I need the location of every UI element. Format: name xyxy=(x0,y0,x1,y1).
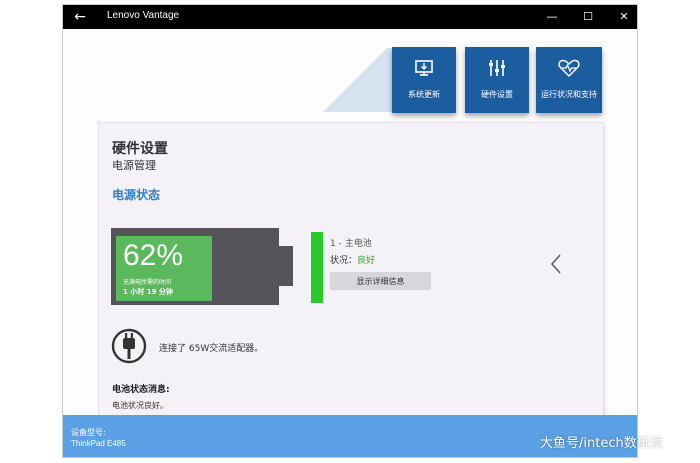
hardware-settings-label: 硬件设置 xyxy=(481,90,513,99)
app-window: ← Lenovo Vantage — ☐ ✕ 系统更新 硬件设置 运行状况和支持… xyxy=(62,4,638,458)
system-update-tile[interactable]: 系统更新 xyxy=(392,47,456,113)
heart-pulse-icon xyxy=(536,57,602,81)
minimize-button[interactable]: — xyxy=(537,5,567,29)
battery-message-text: 电池状况良好。 xyxy=(112,401,168,410)
chevron-left-icon[interactable] xyxy=(550,253,562,280)
adapter-status-text: 连接了 65W交流适配器。 xyxy=(159,344,264,354)
page-title: 硬件设置 xyxy=(112,141,168,157)
system-update-icon xyxy=(392,57,456,81)
hardware-settings-tile[interactable]: 硬件设置 xyxy=(465,47,529,113)
battery-messages-heading: 电池状态消息: xyxy=(112,385,170,395)
battery-status-indicator xyxy=(311,232,323,303)
system-update-label: 系统更新 xyxy=(408,90,440,99)
title-bar: ← Lenovo Vantage — ☐ ✕ xyxy=(63,5,637,29)
back-arrow-icon[interactable]: ← xyxy=(72,7,88,27)
power-management-panel: 硬件设置 电源管理 电源状态 62% 充满电所需的时间 1 小时 19 分钟 1… xyxy=(99,123,603,416)
device-model-label: 设备型号: xyxy=(71,428,106,437)
show-details-button[interactable]: 显示详细信息 xyxy=(330,272,431,290)
window-title: Lenovo Vantage xyxy=(107,10,180,21)
decorative-triangle xyxy=(323,48,387,112)
page-subtitle: 电源管理 xyxy=(112,159,156,172)
battery-status-value: 良好 xyxy=(357,256,376,266)
battery-percentage: 62% xyxy=(123,239,184,272)
power-plug-icon xyxy=(111,328,147,364)
health-support-tile[interactable]: 运行状况和支持 xyxy=(536,47,602,113)
watermark-text: 大鱼号/intech数玩派 xyxy=(540,436,663,451)
battery-terminal xyxy=(279,246,293,286)
battery-level-fill: 62% 充满电所需的时间 1 小时 19 分钟 xyxy=(116,236,212,301)
health-support-label: 运行状况和支持 xyxy=(541,90,597,99)
close-button[interactable]: ✕ xyxy=(609,5,637,29)
charge-time-value: 1 小时 19 分钟 xyxy=(123,288,173,296)
battery-name: 1 - 主电池 xyxy=(330,239,372,249)
battery-status-row: 状况：良好 xyxy=(330,253,375,266)
section-heading: 电源状态 xyxy=(112,188,161,202)
sliders-icon xyxy=(465,57,529,81)
device-model-value: ThinkPad E485 xyxy=(71,439,126,448)
maximize-button[interactable]: ☐ xyxy=(573,5,603,29)
battery-status-label: 状况： xyxy=(330,256,358,266)
charge-time-label: 充满电所需的时间 xyxy=(123,279,172,286)
